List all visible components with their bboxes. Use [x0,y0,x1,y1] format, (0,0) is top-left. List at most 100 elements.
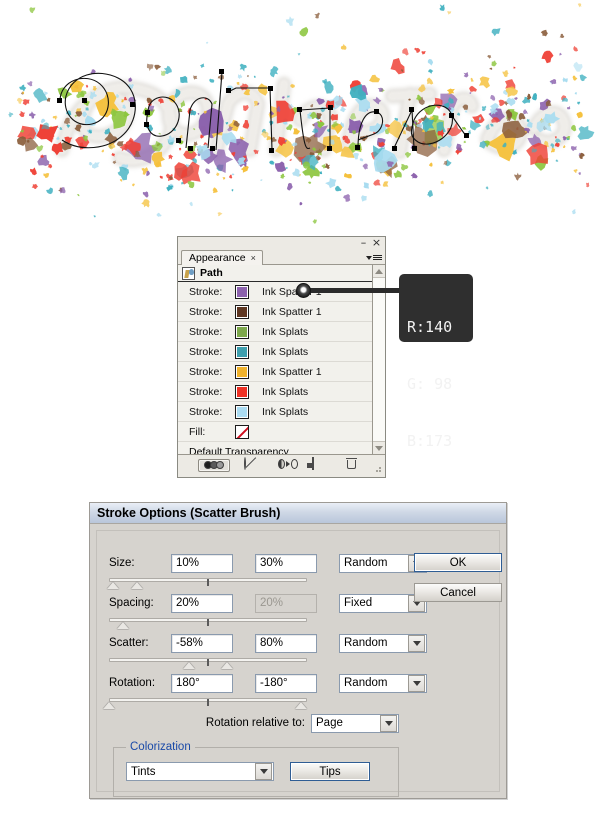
size-min-input[interactable]: 10% [171,553,233,573]
stroke-label: Stroke: [189,345,223,358]
stroke-label: Stroke: [189,305,223,318]
panel-menu-icon[interactable] [366,252,382,263]
appearance-rows: Path Stroke: Ink Spatter 1 Stroke: Ink S… [178,265,372,454]
rotation-relative-value: Page [316,717,343,729]
scatter-max-handle[interactable] [221,662,233,669]
rotation-relative-select[interactable]: Page [311,713,399,733]
rotation-slider[interactable] [103,697,307,711]
fill-label: Fill: [189,425,206,438]
resize-grip[interactable] [376,466,383,473]
stroke-color-swatch[interactable] [235,344,249,359]
rotation-mode-select[interactable]: Random [339,673,427,693]
rotation-min-input[interactable]: 180° [171,673,233,693]
scroll-up-icon[interactable] [373,265,385,278]
rotation-mode-value: Random [344,677,388,689]
brush-name-label: Ink Splats [262,385,309,398]
path-object-icon [182,266,195,280]
rotation-relative-row: Rotation relative to: Page [109,713,399,733]
appearance-row-stroke-7[interactable]: Stroke: Ink Splats [178,402,372,422]
stroke-color-swatch[interactable] [235,384,249,399]
minimize-icon[interactable]: – [358,237,369,249]
spacing-label: Spacing: [109,597,154,609]
stroke-label: Stroke: [189,385,223,398]
spacing-handle[interactable] [117,622,129,629]
appearance-row-stroke-5[interactable]: Stroke: Ink Spatter 1 [178,362,372,382]
close-icon[interactable]: × [371,237,382,249]
scroll-down-icon[interactable] [373,441,385,454]
appearance-row-stroke-3[interactable]: Stroke: Ink Splats [178,322,372,342]
chevron-down-icon[interactable] [380,714,397,732]
appearance-target-row[interactable]: Path [178,265,372,282]
transparency-label: Default Transparency [189,445,289,455]
tips-button[interactable]: Tips [290,762,370,781]
size-max-handle[interactable] [131,582,143,589]
brush-name-label: Ink Spatter 1 [262,305,322,318]
stroke-color-swatch[interactable] [235,304,249,319]
appearance-row-stroke-4[interactable]: Stroke: Ink Splats [178,342,372,362]
rgb-red-value: R:140 [407,318,453,336]
scatter-mode-select[interactable]: Random [339,633,427,653]
tab-close-icon[interactable]: × [251,252,256,265]
stroke-label: Stroke: [189,325,223,338]
size-max-input[interactable]: 30% [255,553,317,573]
appearance-row-fill[interactable]: Fill: [178,422,372,442]
size-row: Size: 10% 30% Random [109,553,427,573]
brush-name-label: Ink Splats [262,325,309,338]
stroke-color-swatch[interactable] [235,364,249,379]
chevron-down-icon[interactable] [255,763,272,780]
spacing-row: Spacing: 20% 20% Fixed [109,593,427,613]
appearance-row-stroke-2[interactable]: Stroke: Ink Spatter 1 [178,302,372,322]
rotation-label: Rotation: [109,677,156,689]
dialog-titlebar: Stroke Options (Scatter Brush) [90,503,506,524]
chevron-down-icon [366,255,372,260]
stroke-color-swatch[interactable] [235,324,249,339]
size-slider[interactable] [107,577,307,591]
panel-tab-row: Appearance × [178,250,385,265]
chevron-down-icon[interactable] [408,674,425,692]
scatter-min-handle[interactable] [183,662,195,669]
stroke-label: Stroke: [189,365,223,378]
appearance-row-transparency[interactable]: Default Transparency [178,442,372,454]
cancel-button[interactable]: Cancel [414,583,502,602]
rotation-relative-label: Rotation relative to: [205,717,305,729]
rotation-max-handle[interactable] [295,702,307,709]
appearance-panel[interactable]: – × Appearance × Path Stroke: Ink Spatte… [177,236,386,478]
spacing-min-input[interactable]: 20% [171,593,233,613]
size-min-handle[interactable] [107,582,119,589]
delete-selected-item-icon[interactable] [345,458,366,472]
new-art-has-basic-appearance-toggle[interactable] [197,458,230,472]
dialog-title: Stroke Options (Scatter Brush) [97,506,281,520]
slider-center-tick [207,659,209,666]
scatter-max-input[interactable]: 80% [255,633,317,653]
tab-appearance[interactable]: Appearance × [181,250,263,265]
appearance-target-label: Path [200,267,223,279]
ok-button[interactable]: OK [414,553,502,572]
stroke-options-dialog[interactable]: Stroke Options (Scatter Brush) Size: 10%… [89,502,507,799]
reduce-to-basic-appearance-icon[interactable] [277,458,298,472]
stroke-color-swatch[interactable] [235,284,249,299]
duplicate-selected-item-icon[interactable] [311,457,332,472]
panel-scrollbar[interactable] [372,265,385,454]
scatter-min-input[interactable]: -58% [171,633,233,653]
spacing-mode-value: Fixed [344,597,373,609]
stroke-color-swatch[interactable] [235,404,249,419]
panel-footer-toolbar [178,455,385,475]
brush-name-label: Ink Splats [262,345,309,358]
chevron-down-icon[interactable] [408,634,425,652]
screenshot-root: – × Appearance × Path Stroke: Ink Spatte… [0,0,600,820]
colorization-method-select[interactable]: Tints [126,762,274,781]
fill-none-swatch[interactable] [235,424,249,439]
scatter-slider[interactable] [109,657,307,671]
spacing-slider[interactable] [109,617,307,631]
tab-appearance-label: Appearance [189,252,246,264]
scatter-mode-value: Random [344,637,388,649]
rotation-max-input[interactable]: -180° [255,673,317,693]
rotation-row: Rotation: 180° -180° Random [109,673,427,693]
appearance-list-body: Path Stroke: Ink Spatter 1 Stroke: Ink S… [178,265,385,455]
scrollbar-track[interactable] [373,278,385,441]
appearance-row-stroke-6[interactable]: Stroke: Ink Splats [178,382,372,402]
spacing-max-input: 20% [255,593,317,613]
rotation-min-handle[interactable] [103,702,115,709]
dialog-content: Size: 10% 30% Random Spacing: 20% 20% Fi… [96,530,502,797]
clear-appearance-icon[interactable] [243,457,264,472]
